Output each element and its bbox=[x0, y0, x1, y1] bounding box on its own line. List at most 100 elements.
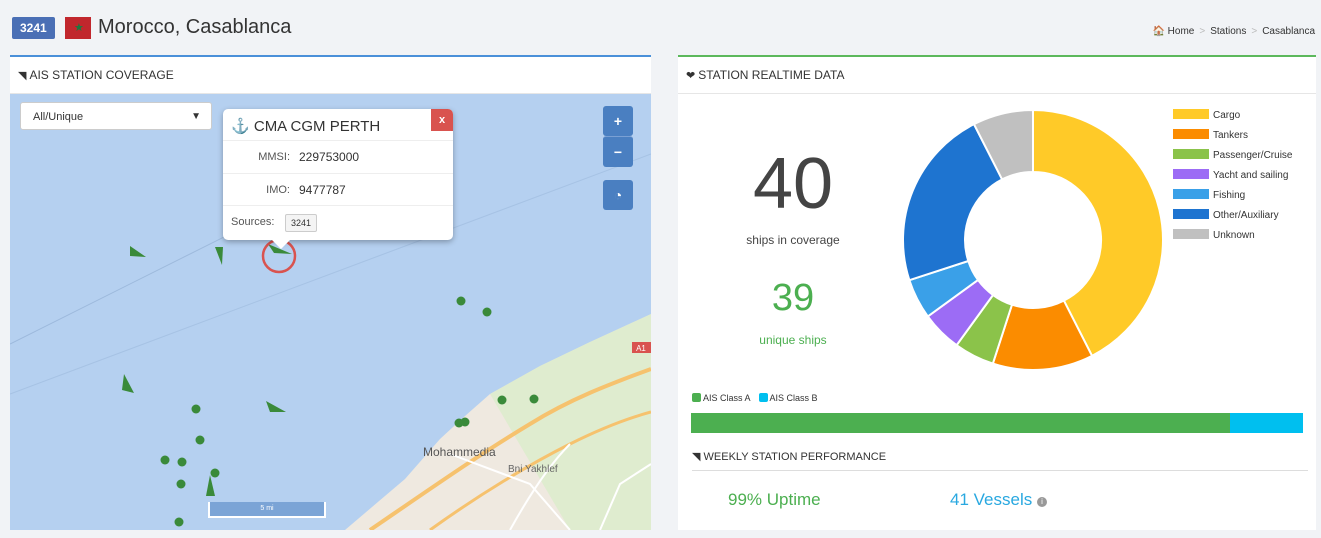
legend-label: Yacht and sailing bbox=[1213, 170, 1289, 181]
legend-label: Other/Auxiliary bbox=[1213, 210, 1279, 221]
ship-arrow-icon[interactable] bbox=[206, 475, 215, 496]
class-b-swatch bbox=[758, 393, 768, 402]
ship-dot[interactable] bbox=[460, 417, 470, 427]
road-label: A1 bbox=[636, 344, 646, 353]
ship-dot[interactable] bbox=[210, 468, 220, 478]
imo-value: 9477787 bbox=[299, 183, 346, 197]
ais-class-bar bbox=[691, 413, 1303, 433]
legend-swatch bbox=[1173, 169, 1209, 179]
vessel-name: CMA CGM PERTH bbox=[253, 118, 381, 135]
mmsi-label: MMSI: bbox=[258, 151, 290, 163]
imo-row: IMO: 9477787 bbox=[223, 173, 453, 206]
ship-arrow-icon[interactable] bbox=[130, 246, 146, 257]
legend-item[interactable]: Cargo bbox=[1173, 109, 1292, 129]
map-city-label: Mohammedia bbox=[423, 445, 496, 459]
ships-in-coverage-label: ships in coverage bbox=[746, 233, 840, 247]
zoom-in-button[interactable]: + bbox=[603, 106, 633, 136]
mmsi-value: 229753000 bbox=[299, 150, 360, 164]
legend-swatch bbox=[1173, 189, 1209, 199]
legend-item[interactable]: Fishing bbox=[1173, 189, 1292, 209]
sources-row: Sources: 3241 bbox=[223, 205, 453, 241]
filter-selected-value: All/Unique bbox=[33, 111, 84, 123]
ship-dot[interactable] bbox=[195, 435, 205, 445]
legend-item[interactable]: Passenger/Cruise bbox=[1173, 149, 1292, 169]
legend-label: Unknown bbox=[1213, 230, 1255, 241]
vessels-stat: 41 Vessels i bbox=[950, 490, 1047, 510]
ship-icon: ⚓ bbox=[231, 118, 250, 135]
zoom-out-button[interactable]: − bbox=[603, 136, 633, 167]
realtime-panel: ❤ STATION REALTIME DATA 40 ships in cover… bbox=[678, 55, 1316, 530]
station-id-badge: 3241 bbox=[12, 17, 55, 39]
legend-item[interactable]: Tankers bbox=[1173, 129, 1292, 149]
vessel-popup-title: ⚓ CMA CGM PERTH bbox=[231, 117, 380, 135]
uptime-value: 99% Uptime bbox=[728, 490, 821, 509]
coverage-map[interactable]: A1 Mohammedia Bni Yakhlef All/Unique ▼ +… bbox=[10, 94, 651, 530]
page-title: Morocco, Casablanca bbox=[98, 16, 292, 38]
ships-in-coverage-count: 40 bbox=[752, 144, 834, 224]
breadcrumb-stations[interactable]: Stations bbox=[1210, 26, 1246, 37]
weekly-performance-header: ◥ WEEKLY STATION PERFORMANCE bbox=[692, 450, 1308, 471]
coverage-panel-header: ◥ AIS STATION COVERAGE bbox=[10, 57, 651, 94]
chart-legend: Cargo Tankers Passenger/Cruise Yacht and sa… bbox=[1173, 109, 1292, 249]
legend-swatch bbox=[1173, 209, 1209, 219]
breadcrumb: 🏠 Home > Stations > Casablanca bbox=[1152, 26, 1315, 37]
legend-label: Cargo bbox=[1213, 110, 1241, 121]
weekly-performance-title: WEEKLY STATION PERFORMANCE bbox=[703, 451, 887, 463]
ship-dot[interactable] bbox=[456, 296, 466, 306]
class-a-label: AIS Class A bbox=[703, 393, 751, 403]
popup-close-button[interactable]: x bbox=[431, 109, 453, 131]
legend-label: Fishing bbox=[1213, 190, 1246, 201]
map-town-label: Bni Yakhlef bbox=[508, 464, 558, 475]
ais-class-legend: AIS Class A AIS Class B bbox=[692, 393, 818, 403]
rss-icon: ◥ bbox=[18, 70, 27, 82]
ship-dot[interactable] bbox=[160, 455, 170, 465]
coverage-panel-title: AIS STATION COVERAGE bbox=[29, 68, 174, 82]
ship-dot[interactable] bbox=[529, 394, 539, 404]
clock-icon: ◔ bbox=[613, 187, 623, 203]
ship-dot[interactable] bbox=[482, 307, 492, 317]
breadcrumb-home[interactable]: Home bbox=[1168, 26, 1195, 37]
class-a-fill bbox=[691, 413, 1230, 433]
class-a-swatch bbox=[692, 393, 701, 402]
ship-arrow-icon[interactable] bbox=[266, 401, 286, 412]
legend-swatch bbox=[1173, 149, 1209, 159]
station-filter-select[interactable]: All/Unique ▼ bbox=[20, 102, 212, 130]
legend-item[interactable]: Other/Auxiliary bbox=[1173, 209, 1292, 229]
heartbeat-icon: ❤ bbox=[686, 70, 696, 82]
legend-swatch bbox=[1173, 109, 1209, 119]
realtime-panel-header: ❤ STATION REALTIME DATA bbox=[678, 57, 1316, 94]
ship-dot[interactable] bbox=[176, 479, 186, 489]
legend-swatch bbox=[1173, 229, 1209, 239]
imo-label: IMO: bbox=[266, 184, 290, 196]
coverage-panel: ◥ AIS STATION COVERAGE A1 Mohammedia Bni … bbox=[10, 55, 651, 530]
vessels-value: 41 Vessels bbox=[950, 490, 1033, 509]
info-icon[interactable]: i bbox=[1036, 497, 1047, 507]
locate-button[interactable]: ◔ bbox=[603, 180, 633, 210]
chevron-down-icon: ▼ bbox=[191, 111, 201, 122]
rss-icon: ◥ bbox=[692, 451, 701, 463]
unique-ships-label: unique ships bbox=[759, 333, 827, 347]
ship-type-donut-chart bbox=[902, 108, 1164, 371]
source-chip[interactable]: 3241 bbox=[285, 214, 318, 232]
breadcrumb-current: Casablanca bbox=[1262, 26, 1315, 37]
mmsi-row: MMSI: 229753000 bbox=[223, 140, 453, 173]
map-scale-bar: 5 mi bbox=[208, 502, 326, 518]
legend-item[interactable]: Unknown bbox=[1173, 229, 1292, 249]
unique-ships-count: 39 bbox=[771, 277, 815, 319]
ship-arrow-icon[interactable] bbox=[215, 247, 223, 265]
popup-tail bbox=[271, 239, 291, 249]
ship-dot[interactable] bbox=[497, 395, 507, 405]
ship-dot[interactable] bbox=[174, 517, 184, 527]
page-header: 3241 ★ Morocco, Casablanca 🏠 Home > Statio… bbox=[0, 0, 1321, 50]
legend-label: Tankers bbox=[1213, 130, 1249, 141]
ship-arrow-icon[interactable] bbox=[122, 374, 134, 393]
legend-swatch bbox=[1173, 129, 1209, 139]
realtime-panel-title: STATION REALTIME DATA bbox=[698, 68, 845, 82]
ship-dot[interactable] bbox=[177, 457, 187, 467]
legend-label: Passenger/Cruise bbox=[1213, 150, 1293, 161]
class-b-label: AIS Class B bbox=[769, 393, 818, 403]
home-icon: 🏠 bbox=[1152, 26, 1165, 37]
morocco-flag-icon: ★ bbox=[65, 17, 91, 39]
ship-dot[interactable] bbox=[191, 404, 201, 414]
legend-item[interactable]: Yacht and sailing bbox=[1173, 169, 1292, 189]
